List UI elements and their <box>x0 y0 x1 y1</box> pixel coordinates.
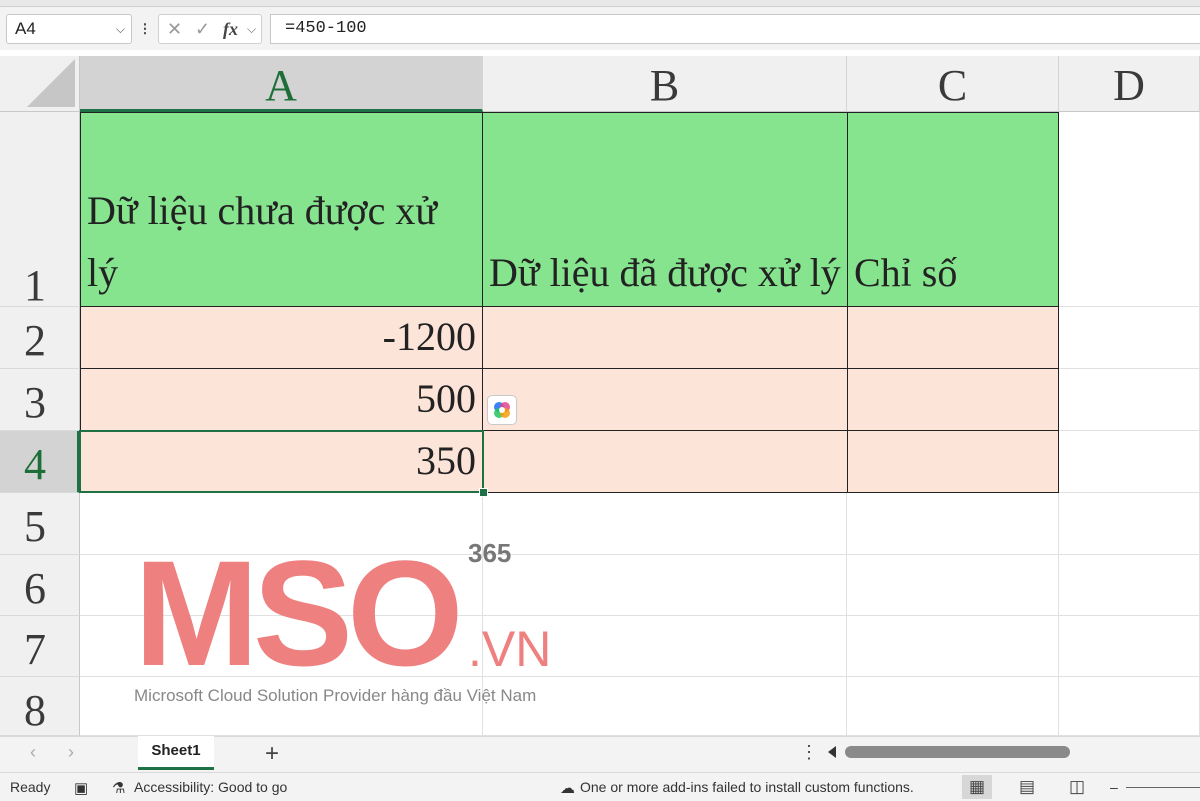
cell-b2[interactable] <box>482 306 848 370</box>
cell-c6[interactable] <box>847 555 1059 616</box>
row-header-1[interactable]: 1 <box>0 112 80 308</box>
cell-d6[interactable] <box>1059 555 1200 616</box>
row-header-4[interactable]: 4 <box>0 431 80 493</box>
tab-options-icon[interactable]: ⋮ <box>800 742 818 763</box>
accessibility-icon[interactable]: ⚗ <box>112 779 125 797</box>
cancel-icon[interactable]: ✕ <box>167 15 182 43</box>
page-break-icon[interactable]: ◫ <box>1062 775 1092 799</box>
column-header-b[interactable]: B <box>483 56 847 112</box>
page-layout-icon[interactable]: ▤ <box>1012 775 1042 799</box>
cell-a4[interactable]: 350 <box>80 430 483 493</box>
status-ready: Ready <box>10 779 51 795</box>
chevron-down-icon[interactable]: ⌵ <box>116 15 125 43</box>
cell-a1-text: Dữ liệu chưa được xử lý <box>87 188 437 295</box>
next-sheet-icon[interactable]: › <box>68 742 74 763</box>
cell-d8[interactable] <box>1059 677 1200 736</box>
column-header-c[interactable]: C <box>847 56 1059 112</box>
watermark-logo: MSO <box>134 529 464 697</box>
row-header-5[interactable]: 5 <box>0 493 80 555</box>
addin-warning-icon: ☁ <box>560 780 575 797</box>
watermark-vn: .VN <box>468 621 552 677</box>
column-header-d[interactable]: D <box>1059 56 1200 112</box>
add-sheet-button[interactable]: + <box>265 740 279 768</box>
cell-c3[interactable] <box>847 368 1059 432</box>
cell-c5[interactable] <box>847 493 1059 555</box>
cell-d3[interactable] <box>1059 369 1200 431</box>
column-header-a[interactable]: A <box>80 56 483 112</box>
cell-c1-text: Chỉ số <box>854 250 958 295</box>
cell-c7[interactable] <box>847 616 1059 677</box>
formula-bar-buttons: ✕ ✓ fx ⌵ <box>158 14 262 44</box>
cell-c8[interactable] <box>847 677 1059 736</box>
copilot-icon[interactable] <box>487 395 517 425</box>
cell-c4[interactable] <box>847 430 1059 493</box>
row-header-3[interactable]: 3 <box>0 369 80 431</box>
watermark-365: 365 <box>468 538 512 568</box>
formula-bar-menu-icon[interactable]: ⁝ <box>138 14 152 44</box>
cell-b8[interactable] <box>483 677 847 736</box>
horizontal-scrollbar[interactable] <box>845 746 1070 758</box>
macro-icon[interactable]: ▣ <box>74 779 88 797</box>
formula-input[interactable]: =450-100 <box>270 14 1200 44</box>
select-all-corner[interactable] <box>0 56 80 112</box>
row-header-6[interactable]: 6 <box>0 555 80 616</box>
zoom-slider[interactable] <box>1126 787 1200 788</box>
scroll-left-icon[interactable] <box>828 746 836 758</box>
cell-b1-text: Dữ liệu đã được xử lý <box>489 250 841 295</box>
cell-a1[interactable]: Dữ liệu chưa được xử lý <box>80 112 483 307</box>
name-box-value: A4 <box>15 19 36 38</box>
fill-handle[interactable] <box>479 488 488 497</box>
cell-a2[interactable]: -1200 <box>80 306 483 370</box>
cell-d7[interactable] <box>1059 616 1200 677</box>
cell-a3[interactable]: 500 <box>80 368 483 432</box>
cell-c2[interactable] <box>847 306 1059 370</box>
cell-b3[interactable] <box>482 368 848 432</box>
prev-sheet-icon[interactable]: ‹ <box>30 742 36 763</box>
sheet-tab-sheet1[interactable]: Sheet1 <box>138 736 214 770</box>
cell-b4[interactable] <box>482 430 848 493</box>
cell-b6[interactable] <box>483 555 847 616</box>
name-box[interactable]: A4 ⌵ <box>6 14 132 44</box>
chevron-down-icon[interactable]: ⌵ <box>247 15 256 43</box>
cell-d2[interactable] <box>1059 307 1200 369</box>
enter-icon[interactable]: ✓ <box>195 15 210 43</box>
watermark-tagline: Microsoft Cloud Solution Provider hàng đ… <box>134 686 537 705</box>
fx-icon[interactable]: fx <box>223 15 238 43</box>
cell-d4[interactable] <box>1059 431 1200 493</box>
ribbon-edge <box>0 0 1200 7</box>
cell-c1[interactable]: Chỉ số <box>847 112 1059 307</box>
status-accessibility[interactable]: Accessibility: Good to go <box>134 779 287 795</box>
row-header-8[interactable]: 8 <box>0 677 80 736</box>
cell-b1[interactable]: Dữ liệu đã được xử lý <box>482 112 848 307</box>
row-header-7[interactable]: 7 <box>0 616 80 677</box>
zoom-out-button[interactable]: – <box>1110 779 1118 795</box>
cell-b5[interactable] <box>483 493 847 555</box>
cell-d5[interactable] <box>1059 493 1200 555</box>
cell-d1[interactable] <box>1059 112 1200 307</box>
status-addins-message[interactable]: One or more add-ins failed to install cu… <box>580 779 914 795</box>
row-header-2[interactable]: 2 <box>0 307 80 369</box>
normal-view-icon[interactable]: ▦ <box>962 775 992 799</box>
